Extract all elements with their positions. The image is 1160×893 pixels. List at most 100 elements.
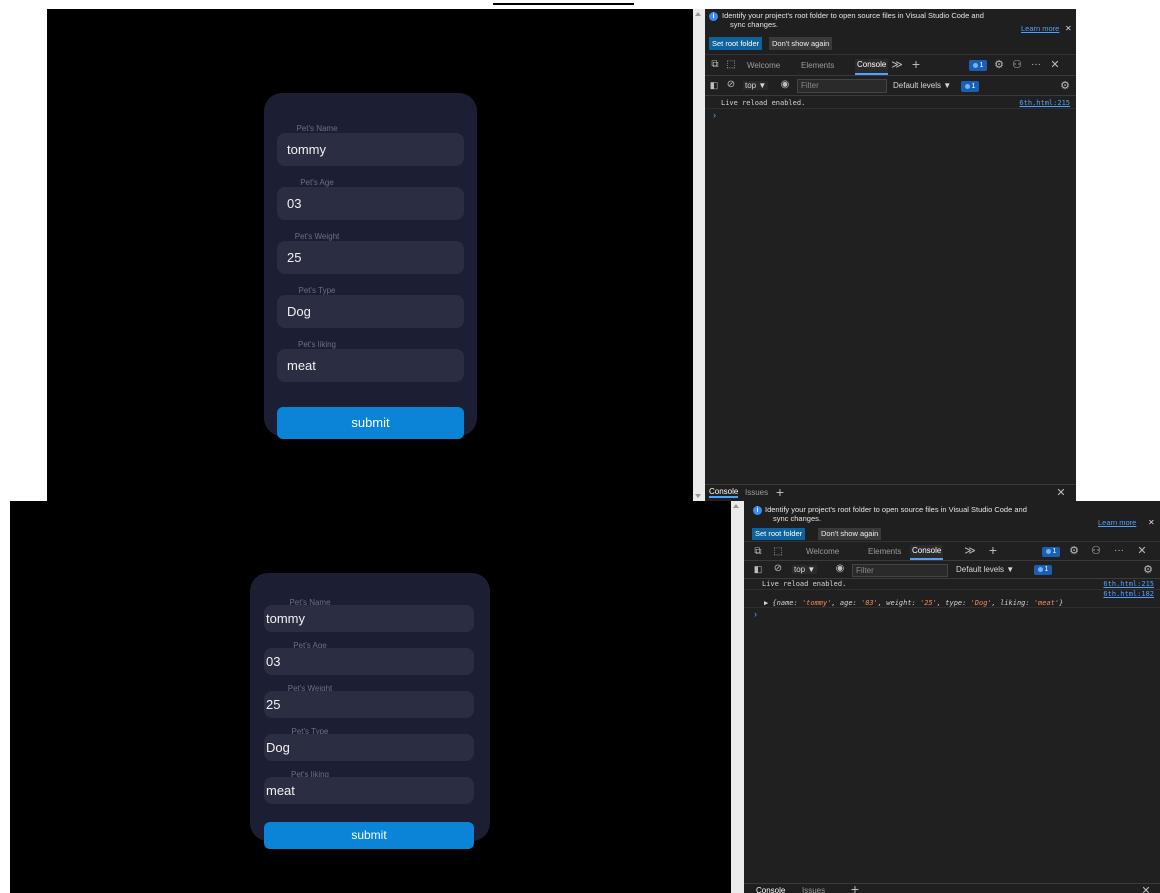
pet-name-input-2[interactable]: tommy [264, 605, 474, 632]
obj-liking-key: , liking: [991, 599, 1034, 607]
console-prompt[interactable]: › [713, 110, 716, 120]
eye-icon-2[interactable]: ◉ [834, 563, 846, 574]
tab-elements[interactable]: Elements [801, 61, 834, 70]
obj-age-val: '03' [860, 599, 878, 607]
pet-type-input-2[interactable]: Dog [264, 734, 474, 761]
toolbar-issues-count: 1 [971, 83, 976, 90]
clear-console-icon[interactable]: ⊘ [725, 79, 737, 90]
settings-icon-2[interactable]: ⚙ [1068, 544, 1080, 557]
device-icon-2[interactable]: ⧉ [752, 546, 764, 557]
pet-type-field-2: Pet's Type Dog [264, 726, 474, 762]
log-levels-select[interactable]: Default levels ▼ [893, 81, 951, 90]
console-toolbar: ◧ ⊘ top ▼ ◉ Filter Default levels ▼ 1 ⚙ [705, 77, 1076, 96]
more-menu-icon[interactable]: ··· [1029, 59, 1043, 70]
issues-badge-count: 1 [979, 62, 984, 69]
tab-welcome-2[interactable]: Welcome [806, 547, 839, 556]
info-icon: i [709, 12, 718, 21]
filter-input[interactable]: Filter [797, 79, 887, 93]
learn-more-link-2[interactable]: Learn more [1098, 518, 1136, 527]
object-prefix: ▶ { [764, 599, 777, 607]
banner-close-icon-2[interactable]: ✕ [1148, 518, 1155, 527]
issues-badge-2[interactable]: 1 [1042, 547, 1060, 557]
info-icon-2: i [753, 506, 762, 515]
top-left-margin [0, 9, 47, 501]
console-source-link[interactable]: 6th.html:215 [1019, 99, 1070, 107]
sidebar-toggle-icon-2[interactable]: ◧ [753, 564, 763, 575]
obj-age-key: , age: [831, 599, 861, 607]
console-source-link-2[interactable]: 6th.html:215 [1103, 580, 1154, 588]
close-devtools-icon-2[interactable]: ✕ [1136, 544, 1148, 557]
inspect-icon[interactable]: ⬚ [725, 59, 737, 70]
clear-console-icon-2[interactable]: ⊘ [772, 563, 784, 574]
page-viewport: Pet's Name tommy Pet's Age 03 Pet's Weig… [47, 9, 693, 501]
drawer-tabbar: Console Issues + ✕ [705, 484, 1076, 501]
tab-console[interactable]: Console [855, 59, 889, 75]
context-select[interactable]: top ▼ [743, 81, 769, 90]
dont-show-again-button-2[interactable]: Don't show again [818, 528, 882, 540]
set-root-folder-button[interactable]: Set root folder [709, 37, 763, 50]
drawer-tab-console-2[interactable]: Console [756, 886, 785, 893]
more-menu-icon-2[interactable]: ··· [1112, 545, 1126, 556]
logged-object[interactable]: ▶ {name: 'tommy', age: '03', weight: '25… [764, 599, 1063, 607]
log-levels-select-2[interactable]: Default levels ▼ [956, 565, 1014, 574]
device-icon[interactable]: ⧉ [709, 59, 721, 70]
scroll-up-icon-2[interactable] [733, 504, 739, 508]
context-select-2[interactable]: top ▼ [792, 565, 818, 574]
console-toolbar-2: ◧ ⊘ top ▼ ◉ Filter Default levels ▼ 1 ⚙ [744, 562, 1160, 579]
pet-liking-input-2[interactable]: meat [264, 777, 474, 804]
add-tab-icon-2[interactable]: + [986, 542, 1000, 558]
scroll-down-icon[interactable] [695, 494, 701, 498]
console-message-text-2: Live reload enabled. [762, 580, 847, 588]
share-icon-2[interactable]: ⚇ [1090, 544, 1102, 557]
console-source-link-3[interactable]: 6th.html:182 [1103, 590, 1154, 598]
sidebar-toggle-icon[interactable]: ◧ [709, 80, 719, 91]
banner-close-icon[interactable]: ✕ [1065, 24, 1072, 33]
drawer-add-icon-2[interactable]: + [848, 881, 862, 893]
pet-weight-input-2[interactable]: 25 [264, 691, 474, 718]
close-devtools-icon[interactable]: ✕ [1049, 58, 1061, 71]
console-settings-icon[interactable]: ⚙ [1059, 79, 1071, 92]
drawer-add-icon[interactable]: + [773, 484, 787, 500]
root-folder-banner-2: i Identify your project's root folder to… [744, 501, 1160, 542]
share-icon[interactable]: ⚇ [1011, 58, 1023, 71]
drawer-tab-issues-2[interactable]: Issues [802, 886, 825, 893]
object-suffix: } [1059, 599, 1064, 607]
submit-button[interactable]: submit [277, 407, 464, 439]
tab-console-2[interactable]: Console [910, 545, 944, 560]
drawer-close-icon-2[interactable]: ✕ [1140, 884, 1152, 893]
pet-weight-field: Pet's Weight 25 [277, 231, 464, 276]
drawer-tab-issues[interactable]: Issues [745, 488, 768, 497]
tab-elements-2[interactable]: Elements [868, 547, 901, 556]
filter-input-2[interactable]: Filter [852, 564, 948, 577]
dont-show-again-button[interactable]: Don't show again [769, 37, 833, 50]
devtools-panel: i Identify your project's root folder to… [705, 9, 1076, 501]
eye-icon[interactable]: ◉ [779, 79, 791, 90]
console-object-message: 6th.html:182 ▶ {name: 'tommy', age: '03'… [744, 590, 1160, 608]
tab-welcome[interactable]: Welcome [747, 61, 780, 70]
drawer-tab-console[interactable]: Console [709, 487, 739, 498]
more-tabs-icon[interactable]: ≫ [891, 58, 903, 71]
pet-name-input[interactable]: tommy [277, 133, 464, 166]
pet-weight-input[interactable]: 25 [277, 241, 464, 274]
submit-button-2[interactable]: submit [264, 822, 474, 849]
scrollbar[interactable] [693, 9, 705, 501]
settings-icon[interactable]: ⚙ [993, 58, 1005, 71]
learn-more-link[interactable]: Learn more [1021, 24, 1059, 33]
pet-age-input[interactable]: 03 [277, 187, 464, 220]
scrollbar-2[interactable] [731, 501, 744, 893]
pet-age-input-2[interactable]: 03 [264, 648, 474, 675]
pet-liking-field: Pet's liking meat [277, 339, 464, 384]
drawer-close-icon[interactable]: ✕ [1055, 486, 1067, 499]
toolbar-issues-badge-2[interactable]: 1 [1034, 565, 1052, 575]
console-prompt-2[interactable]: › [754, 609, 757, 619]
more-tabs-icon-2[interactable]: ≫ [964, 544, 976, 557]
toolbar-issues-badge[interactable]: 1 [961, 81, 979, 92]
pet-type-input[interactable]: Dog [277, 295, 464, 328]
console-settings-icon-2[interactable]: ⚙ [1142, 563, 1154, 576]
set-root-folder-button-2[interactable]: Set root folder [752, 528, 806, 540]
pet-liking-input[interactable]: meat [277, 349, 464, 382]
issues-badge[interactable]: 1 [969, 60, 987, 71]
scroll-up-icon[interactable] [695, 12, 701, 16]
add-tab-icon[interactable]: + [909, 56, 923, 72]
inspect-icon-2[interactable]: ⬚ [772, 546, 784, 557]
